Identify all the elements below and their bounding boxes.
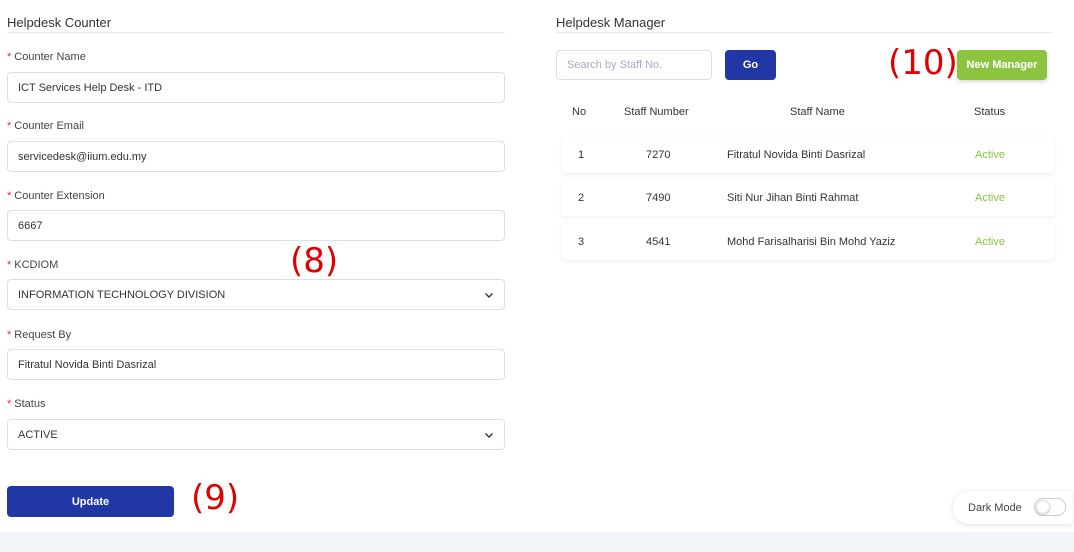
counter-section-title: Helpdesk Counter (7, 15, 112, 30)
column-header-staff-number: Staff Number (624, 106, 689, 118)
kcdiom-select[interactable]: INFORMATION TECHNOLOGY DIVISION (7, 279, 505, 310)
dark-mode-label: Dark Mode (968, 501, 1022, 514)
row-staff-name: Siti Nur Jihan Binti Rahmat (727, 192, 859, 204)
request-by-input[interactable]: Fitratul Novida Binti Dasrizal (7, 349, 505, 380)
row-staff-number: 7490 (646, 192, 671, 204)
row-staff-name: Fitratul Novida Binti Dasrizal (727, 149, 866, 161)
table-row[interactable]: 1 7270 Fitratul Novida Binti Dasrizal Ac… (562, 137, 1054, 173)
go-button[interactable]: Go (725, 50, 776, 80)
status-select[interactable]: ACTIVE (7, 419, 505, 450)
row-no: 3 (578, 236, 585, 248)
toggle-knob (1036, 500, 1050, 514)
page: Helpdesk Counter * Counter Name ICT Servi… (0, 0, 1074, 532)
column-header-status: Status (974, 106, 1006, 118)
counter-extension-input[interactable]: 6667 (7, 210, 505, 241)
row-no: 2 (578, 192, 585, 204)
update-button[interactable]: Update (7, 486, 174, 517)
annotation-9: (9) (191, 478, 240, 518)
required-mark: * (7, 120, 12, 132)
row-status: Active (975, 192, 1005, 204)
table-row[interactable]: 3 4541 Mohd Farisalharisi Bin Mohd Yaziz… (562, 224, 1054, 260)
request-by-label: * Request By (7, 329, 72, 341)
staff-search-input[interactable] (556, 50, 712, 80)
column-header-staff-name: Staff Name (790, 106, 845, 118)
counter-section-divider (7, 32, 505, 33)
required-mark: * (7, 329, 12, 341)
row-status: Active (975, 149, 1005, 161)
dark-mode-widget: Dark Mode (953, 491, 1073, 524)
required-mark: * (7, 259, 12, 271)
row-status: Active (975, 236, 1005, 248)
manager-section-title: Helpdesk Manager (556, 15, 666, 30)
counter-name-label: * Counter Name (7, 51, 86, 63)
annotation-10: (10) (888, 43, 958, 83)
table-row[interactable]: 2 7490 Siti Nur Jihan Binti Rahmat Activ… (562, 180, 1054, 216)
kcdiom-label: * KCDIOM (7, 259, 59, 271)
row-staff-number: 7270 (646, 149, 671, 161)
row-staff-name: Mohd Farisalharisi Bin Mohd Yaziz (727, 236, 896, 248)
annotation-8: (8) (290, 241, 339, 281)
column-header-no: No (572, 106, 587, 118)
chevron-down-icon (485, 292, 493, 298)
new-manager-button[interactable]: New Manager (957, 50, 1047, 80)
counter-email-input[interactable]: servicedesk@iium.edu.my (7, 141, 505, 172)
counter-extension-label: * Counter Extension (7, 190, 105, 202)
manager-section-divider (556, 32, 1054, 33)
counter-name-input[interactable]: ICT Services Help Desk - ITD (7, 72, 505, 103)
row-no: 1 (578, 149, 585, 161)
required-mark: * (7, 51, 12, 63)
row-staff-number: 4541 (646, 236, 671, 248)
required-mark: * (7, 398, 12, 410)
required-mark: * (7, 190, 12, 202)
chevron-down-icon (485, 432, 493, 438)
status-label: * Status (7, 398, 46, 410)
counter-email-label: * Counter Email (7, 120, 84, 132)
dark-mode-toggle[interactable] (1034, 498, 1066, 516)
